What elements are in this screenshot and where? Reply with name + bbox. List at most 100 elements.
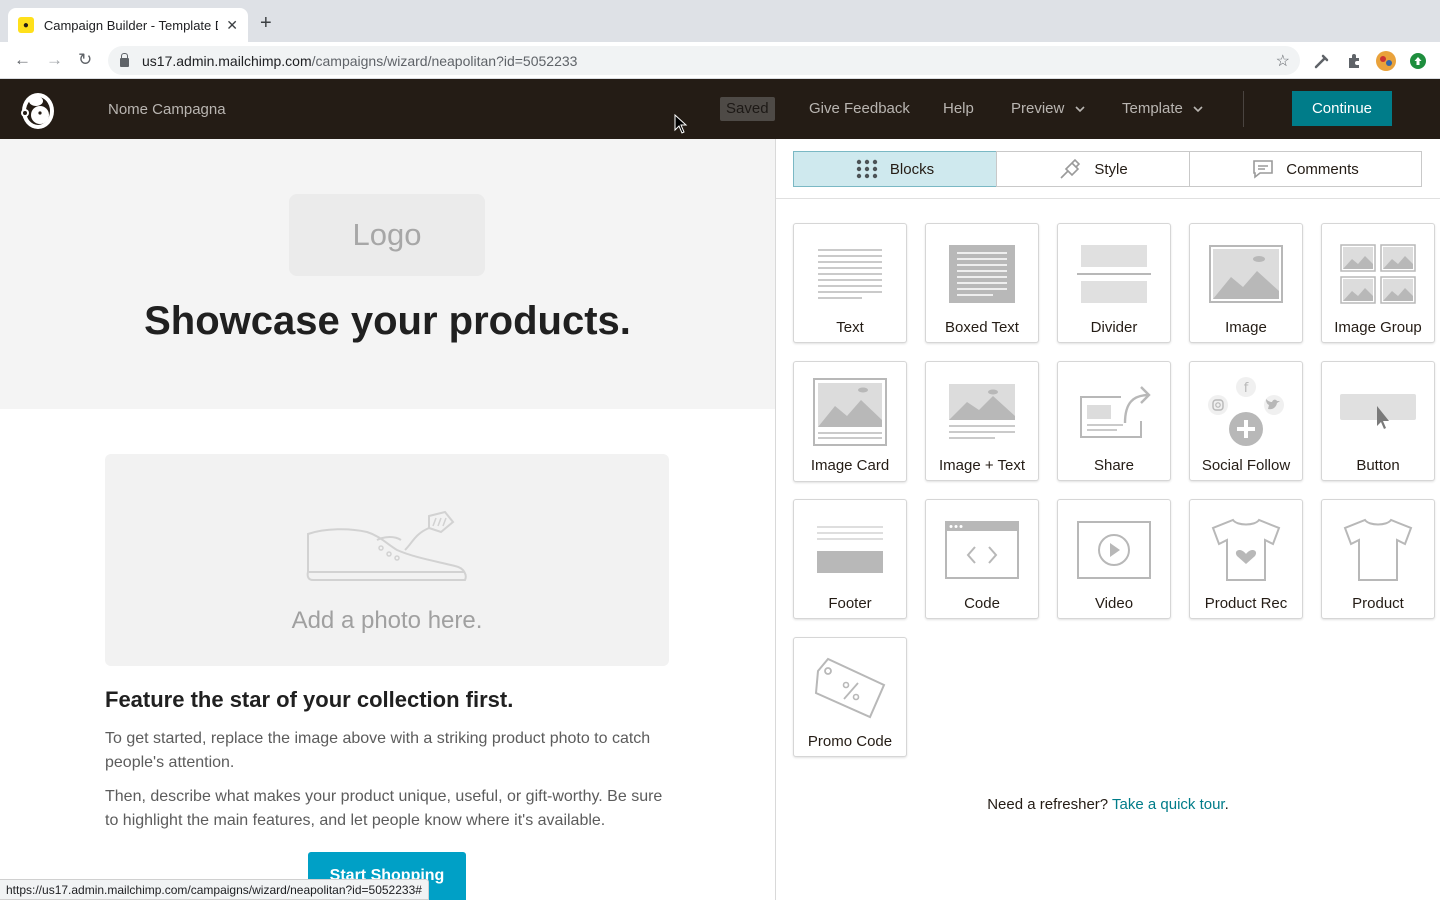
campaign-name[interactable]: Nome Campagna [108,101,226,118]
block-promo-code[interactable]: Promo Code [793,637,907,757]
new-tab-icon[interactable]: + [260,12,272,35]
social-follow-block-icon: f [1208,377,1284,446]
block-text[interactable]: Text [793,223,907,343]
block-label: Share [1093,457,1135,474]
tab-comments-label: Comments [1286,160,1359,178]
template-menu-label: Template [1122,100,1183,117]
browser-tab-title: Campaign Builder - Template D [43,17,219,33]
block-footer[interactable]: Footer [793,499,907,619]
browser-tab[interactable]: ● Campaign Builder - Template D ✕ [8,8,248,42]
tab-style-label: Style [1094,160,1128,178]
saved-status-badge: Saved [720,97,775,121]
block-image-card[interactable]: Image Card [793,361,907,482]
forward-icon[interactable]: → [46,50,63,70]
intro-paragraph[interactable]: To get started, replace the image above … [105,727,670,775]
profile-avatar-icon[interactable] [1376,51,1396,71]
url-host: us17.admin.mailchimp.com [142,52,312,69]
block-code[interactable]: Code [925,499,1039,619]
tab-comments[interactable]: Comments [1189,151,1422,187]
template-menu[interactable]: Template [1122,100,1203,117]
feature-heading[interactable]: Feature the star of your collection firs… [105,687,513,713]
tab-blocks-label: Blocks [889,160,935,178]
help-link[interactable]: Help [943,100,974,117]
block-label: Divider [1090,319,1138,336]
grid-icon [856,159,878,179]
svg-text:f: f [1244,381,1249,396]
block-label: Video [1094,595,1134,612]
url-path: /campaigns/wizard/neapolitan?id=5052233 [311,52,578,69]
text-block-icon [818,249,882,299]
block-label: Text [836,319,864,336]
tab-style[interactable]: Style [996,151,1190,187]
reload-icon[interactable]: ↻ [78,50,92,70]
browser-tab-bar: ● Campaign Builder - Template D ✕ + [0,0,1440,42]
footer-block-icon [817,526,883,573]
continue-button[interactable]: Continue [1292,91,1392,126]
comment-icon [1253,160,1274,179]
chevron-down-icon [1074,106,1085,113]
shoe-icon [306,510,467,581]
block-product[interactable]: Product [1321,499,1435,619]
panel-separator [776,198,1440,199]
browser-toolbar: ← → ↻ us17.admin.mailchimp.com/campaigns… [0,42,1440,79]
refresher-note: Need a refresher? Take a quick tour. [776,796,1440,813]
refresher-period: . [1224,796,1229,813]
close-tab-icon[interactable]: ✕ [226,17,238,34]
photo-placeholder[interactable]: Add a photo here. [105,454,669,666]
hero-section[interactable]: Logo Showcase your products. [0,139,775,409]
block-button[interactable]: Button [1321,361,1435,481]
hero-title[interactable]: Showcase your products. [0,299,775,344]
paint-brush-icon [1060,158,1081,179]
block-label: Product [1352,595,1404,612]
mailchimp-favicon-icon: ● [18,17,34,33]
share-block-icon [1080,386,1151,438]
block-label: Image [1225,319,1267,336]
preview-menu-label: Preview [1011,100,1065,117]
block-share[interactable]: Share [1057,361,1171,481]
block-label: Promo Code [807,733,893,750]
quick-tour-link[interactable]: Take a quick tour [1112,796,1225,813]
app-header: Nome Campagna Saved Give Feedback Help P… [0,79,1440,139]
block-video[interactable]: Video [1057,499,1171,619]
image-group-block-icon [1340,244,1416,304]
block-label: Button [1356,457,1400,474]
block-image[interactable]: Image [1189,223,1303,343]
boxed-text-block-icon [949,245,1015,303]
panel-tabs: Blocks Style Comments [793,151,1422,187]
chevron-down-icon [1193,106,1203,113]
image-block-icon [1209,245,1283,303]
block-product-rec[interactable]: Product Rec [1189,499,1303,619]
block-label: Product Rec [1204,595,1288,612]
block-label: Image Card [810,457,890,474]
tab-blocks[interactable]: Blocks [793,151,997,187]
product-rec-block-icon [1211,518,1281,581]
update-available-icon[interactable] [1410,53,1426,69]
block-label: Boxed Text [945,319,1019,336]
block-boxed-text[interactable]: Boxed Text [925,223,1039,343]
bookmark-star-icon[interactable]: ☆ [1276,51,1290,71]
block-label: Image Group [1334,319,1422,336]
block-label: Social Follow [1201,457,1291,474]
mouse-cursor-icon [674,114,688,134]
give-feedback-link[interactable]: Give Feedback [809,100,910,117]
block-image-text[interactable]: Image + Text [925,361,1039,481]
photo-placeholder-label: Add a photo here. [291,607,483,634]
block-divider[interactable]: Divider [1057,223,1171,343]
block-social-follow[interactable]: f Social Follow [1189,361,1303,481]
video-block-icon [1077,521,1151,579]
button-block-icon [1340,394,1416,429]
extensions-puzzle-icon[interactable] [1346,53,1362,69]
logo-placeholder[interactable]: Logo [289,194,485,276]
lock-icon [120,53,129,67]
block-label: Code [964,595,1000,612]
description-paragraph[interactable]: Then, describe what makes your product u… [105,785,670,833]
eyedropper-extension-icon[interactable] [1314,53,1330,69]
block-label: Image + Text [938,457,1026,474]
mailchimp-logo-icon[interactable] [18,87,58,131]
product-block-icon [1343,518,1413,581]
back-icon[interactable]: ← [14,50,31,70]
header-divider [1243,91,1244,127]
address-bar[interactable]: us17.admin.mailchimp.com/campaigns/wizar… [108,46,1300,75]
preview-menu[interactable]: Preview [1011,100,1085,117]
block-image-group[interactable]: Image Group [1321,223,1435,343]
